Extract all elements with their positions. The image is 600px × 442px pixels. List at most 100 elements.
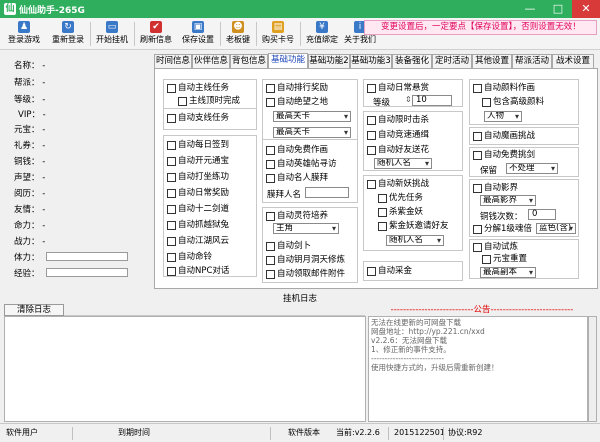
painting-group: 自动免费作画 自动英雄帖寻访 自动名人膜拜 膜拜人名 [262,139,358,203]
invite-friend-select[interactable]: 随机人名 [386,235,444,246]
tab-basic-functions-2[interactable]: 基础功能2 [308,54,350,68]
tab-scheduled-events[interactable]: 定时活动 [432,54,472,68]
yuanbao-reset-checkbox[interactable]: 元宝重置 [482,254,527,264]
keep-label: 保留 [480,166,498,176]
tab-equipment-enhance[interactable]: 装备强化 [392,54,432,68]
shadow-realm-select[interactable]: 最高影界 [480,195,536,206]
tab-other-settings[interactable]: 其他设置 [472,54,512,68]
auto-sword-divination-checkbox[interactable]: 自动剑卜 [266,241,311,251]
relogin-button[interactable]: ↻ 重新登录 [48,19,88,49]
tab-time-info[interactable]: 时间信息 [154,54,192,68]
announcement-line: 网盘地址：http://yp.221.cn/xxd [371,327,485,336]
announcement-title: ---------------------------公告-----------… [390,305,574,315]
decompose-soul-checkbox[interactable]: 分解1级魂倍 [473,224,532,234]
absolute-level-select-1[interactable]: 最高关卡 [273,111,351,122]
auto-collect-gold-checkbox[interactable]: 自动采金 [367,266,412,276]
clear-log-button[interactable]: 清除日志 [4,304,64,316]
copper-count-input[interactable]: 0 [528,209,556,220]
spirit-group: 自动灵符培养 主角 自动剑卜 自动钥月洞天修炼 自动领取邮件附件 [262,207,358,283]
auto-jianghu-checkbox[interactable]: 自动江湖风云 [167,236,229,246]
auto-main-quest-checkbox[interactable]: 自动主线任务 [167,83,229,93]
start-idle-button[interactable]: ▭ 开始挂机 [92,19,132,49]
include-advanced-material-checkbox[interactable]: 包含高级颜料 [482,97,544,107]
auto-moon-cave-checkbox[interactable]: 自动钥月洞天修炼 [266,255,345,265]
buy-card-button[interactable]: ▤ 购买卡号 [258,19,298,49]
auto-fortune-checkbox[interactable]: 自动命铃 [167,252,212,262]
bounty-level-input[interactable]: 10 [405,95,452,106]
exp-label: 经验： [14,269,40,279]
auto-race-wanted-checkbox[interactable]: 自动竞速通缉 [367,130,429,140]
auto-new-demon-checkbox[interactable]: 自动新妖挑战 [367,179,429,189]
tab-basic-functions[interactable]: 基础功能 [268,53,308,68]
status-separator [443,427,444,440]
worship-name-input[interactable] [305,187,349,198]
auto-daily-bounty-checkbox[interactable]: 自动日常悬赏 [367,83,429,93]
auto-rank-reward-checkbox[interactable]: 自动排行奖励 [266,83,328,93]
auto-friend-flower-checkbox[interactable]: 自动好友送花 [367,145,429,155]
refresh-info-button[interactable]: ✔ 刷新信息 [136,19,176,49]
free-duel-group: 自动免费挑剑 保留 不处理 [469,147,579,177]
painting-material-select[interactable]: 人物 [484,111,522,122]
card-icon: ▤ [272,21,284,33]
announcement-line: 使用快捷方式的，升级后需重新创建！ [371,363,499,372]
announcement-area[interactable]: 无法在线更新的可网盘下载 网盘地址：http://yp.221.cn/xxd v… [368,316,588,422]
absolute-level-select-2[interactable]: 最高关卡 [273,127,351,138]
info-level: 等级： - [14,95,46,105]
invite-friend-checkbox[interactable]: 紫金妖邀请好友 [378,221,449,231]
auto-trial-checkbox[interactable]: 自动试炼 [473,242,518,252]
friend-flower-select[interactable]: 随机人名 [374,158,432,169]
info-power: 战力： - [14,237,46,247]
save-settings-button[interactable]: ▣ 保存设置 [178,19,218,49]
basic-functions-panel: 自动主线任务 主线顶时完成 自动支线任务 自动每日签到 自动开元通宝 自动打坐练… [154,68,598,289]
status-separator [72,427,73,440]
decompose-quality-select[interactable]: 蓝色(含) [536,223,576,234]
auto-daily-reward-checkbox[interactable]: 自动日常奖励 [167,188,229,198]
tab-guild-events[interactable]: 帮派活动 [512,54,552,68]
auto-limit-kill-checkbox[interactable]: 自动限时击杀 [367,115,429,125]
refresh-user-icon: ↻ [62,21,74,33]
login-game-button[interactable]: ♟ 登录游戏 [2,19,46,49]
announcement-line: --------------------------- [371,354,445,363]
auto-branch-quest-checkbox[interactable]: 自动支线任务 [167,113,229,123]
auto-free-painting-checkbox[interactable]: 自动免费作画 [266,145,328,155]
auto-train-checkbox[interactable]: 自动打坐练功 [167,172,229,182]
auto-free-duel-checkbox[interactable]: 自动免费挑剑 [473,150,535,160]
auto-open-box-checkbox[interactable]: 自动开元通宝 [167,156,229,166]
auto-spirit-train-checkbox[interactable]: 自动灵符培养 [266,211,328,221]
check-icon: ✔ [150,21,162,33]
info-yuanbao: 元宝： - [14,125,46,135]
auto-shadow-realm-checkbox[interactable]: 自动影界 [473,183,518,193]
status-current-version: 当前:v2.2.6 [336,428,380,437]
auto-rob-checkbox[interactable]: 自动抓越狱兔 [167,220,229,230]
tab-bag-info[interactable]: 背包信息 [230,54,268,68]
announcement-scrollbar[interactable] [588,316,597,422]
close-button[interactable]: ✕ [572,0,600,18]
auto-hero-post-checkbox[interactable]: 自动英雄帖寻访 [266,159,337,169]
minimize-button[interactable]: — [516,0,544,18]
limit-kill-group: 自动限时击杀 自动竞速通缉 自动好友送花 随机人名 [363,111,463,171]
trial-dungeon-select[interactable]: 最高副本 [480,267,536,278]
trial-group: 自动试炼 元宝重置 最高副本 [469,239,579,279]
auto-12-swords-checkbox[interactable]: 自动十二剑道 [167,204,229,214]
main-quest-finish-checkbox[interactable]: 主线顶时完成 [178,96,240,106]
log-area[interactable] [4,316,366,422]
tab-partner-info[interactable]: 伙伴信息 [192,54,230,68]
devil-painting-group: 自动魔画挑战 [469,127,579,145]
auto-celebrity-worship-checkbox[interactable]: 自动名人膜拜 [266,173,328,183]
priority-task-checkbox[interactable]: 优先任务 [378,193,423,203]
recharge-bind-button[interactable]: ¥ 充值绑定 [302,19,342,49]
auto-mail-attachment-checkbox[interactable]: 自动领取邮件附件 [266,269,345,279]
auto-material-painting-checkbox[interactable]: 自动颜料作画 [473,83,535,93]
auto-npc-checkbox[interactable]: 自动NPC对话 [167,266,229,276]
spirit-target-select[interactable]: 主角 [273,223,339,234]
tab-basic-functions-3[interactable]: 基础功能3 [350,54,392,68]
auto-absolute-land-checkbox[interactable]: 自动绝望之地 [266,97,328,107]
keep-select[interactable]: 不处理 [506,163,558,174]
kill-gold-demon-checkbox[interactable]: 杀紫金妖 [378,207,423,217]
auto-devil-painting-checkbox[interactable]: 自动魔画挑战 [473,131,535,141]
tab-tactics-settings[interactable]: 战术设置 [552,54,594,68]
info-experience: 阅历： - [14,189,46,199]
auto-signin-checkbox[interactable]: 自动每日签到 [167,140,229,150]
boss-key-button[interactable]: ☻ 老板键 [222,19,254,49]
maximize-button[interactable]: □ [544,0,572,18]
